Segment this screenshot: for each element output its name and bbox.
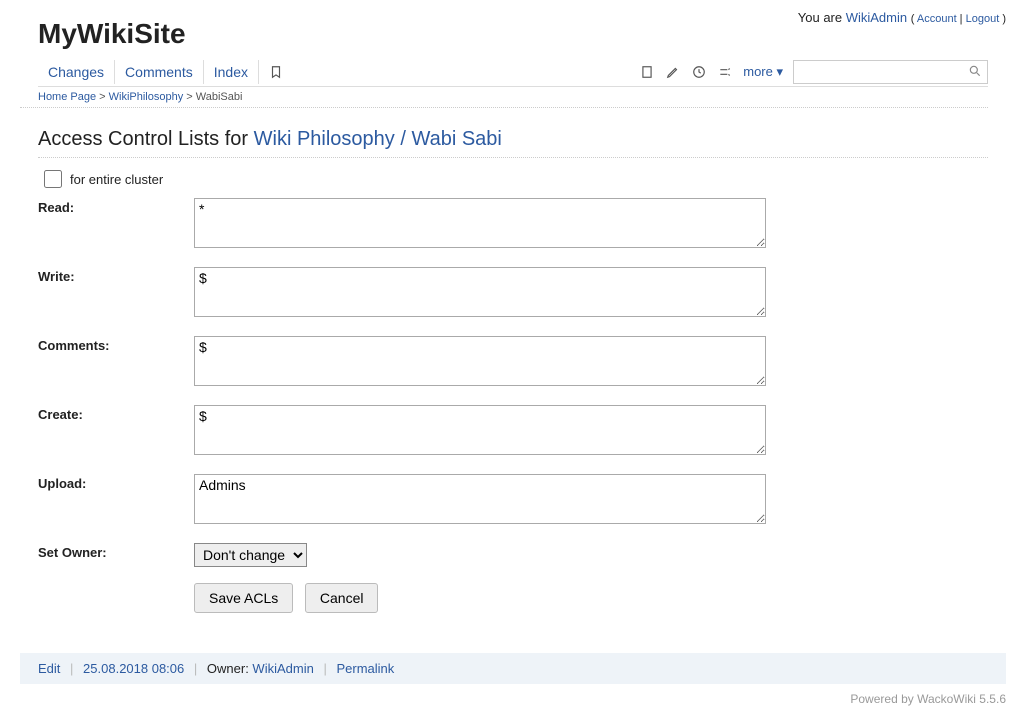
user-sep: | (957, 13, 966, 25)
more-link[interactable]: more ▾ (743, 64, 783, 80)
footer-sep3: | (323, 661, 326, 676)
cluster-label: for entire cluster (70, 172, 163, 187)
nav-right: more ▾ (639, 60, 988, 84)
nav-index[interactable]: Index (204, 60, 259, 84)
create-textarea[interactable] (194, 405, 766, 455)
breadcrumb-sep1: > (99, 91, 108, 103)
page-title-link[interactable]: Wiki Philosophy / Wabi Sabi (254, 128, 502, 150)
breadcrumb-home[interactable]: Home Page (38, 91, 96, 103)
comments-label: Comments: (38, 336, 194, 353)
page-title: Access Control Lists for Wiki Philosophy… (38, 128, 988, 151)
breadcrumb-sep2: > (186, 91, 195, 103)
owner-label: Set Owner: (38, 543, 194, 560)
footer-sep2: | (194, 661, 197, 676)
user-info: You are WikiAdmin ( Account | Logout ) (798, 10, 1006, 25)
search-icon[interactable] (968, 64, 982, 81)
nav-left: Changes Comments Index (38, 60, 283, 84)
edit-icon[interactable] (665, 64, 681, 80)
save-button[interactable]: Save ACLs (194, 583, 293, 613)
write-textarea[interactable] (194, 267, 766, 317)
owner-select[interactable]: Don't change (194, 543, 307, 567)
logout-link[interactable]: Logout (966, 13, 1000, 25)
powered-by: Powered by WackoWiki 5.5.6 (20, 692, 1006, 706)
you-are-label: You are (798, 10, 846, 25)
site-title: MyWikiSite (38, 18, 186, 50)
title-underline (38, 157, 988, 158)
footer-date[interactable]: 25.08.2018 08:06 (83, 661, 184, 676)
comments-textarea[interactable] (194, 336, 766, 386)
read-textarea[interactable] (194, 198, 766, 248)
username-link[interactable]: WikiAdmin (846, 10, 907, 25)
page-title-prefix: Access Control Lists for (38, 128, 254, 150)
footer-permalink[interactable]: Permalink (336, 661, 394, 676)
write-label: Write: (38, 267, 194, 284)
breadcrumb: Home Page > WikiPhilosophy > WabiSabi (20, 87, 988, 108)
search-box (793, 60, 988, 84)
upload-textarea[interactable] (194, 474, 766, 524)
footer-edit[interactable]: Edit (38, 661, 60, 676)
search-input[interactable] (793, 60, 988, 84)
footer-owner[interactable]: WikiAdmin (252, 661, 313, 676)
bookmark-icon[interactable] (269, 65, 283, 79)
account-link[interactable]: Account (917, 13, 957, 25)
footer-bar: Edit | 25.08.2018 08:06 | Owner: WikiAdm… (20, 653, 1006, 684)
history-icon[interactable] (691, 64, 707, 80)
nav-comments[interactable]: Comments (115, 60, 204, 84)
user-paren-close: ) (999, 13, 1006, 25)
footer-sep1: | (70, 661, 73, 676)
cancel-button[interactable]: Cancel (305, 583, 379, 613)
nav-changes[interactable]: Changes (38, 60, 115, 84)
upload-label: Upload: (38, 474, 194, 491)
breadcrumb-current: WabiSabi (196, 91, 243, 103)
settings-icon[interactable] (717, 64, 733, 80)
page-icon[interactable] (639, 64, 655, 80)
read-label: Read: (38, 198, 194, 215)
create-label: Create: (38, 405, 194, 422)
footer-owner-prefix: Owner: (207, 661, 253, 676)
cluster-checkbox[interactable] (44, 170, 62, 188)
breadcrumb-parent[interactable]: WikiPhilosophy (109, 91, 184, 103)
